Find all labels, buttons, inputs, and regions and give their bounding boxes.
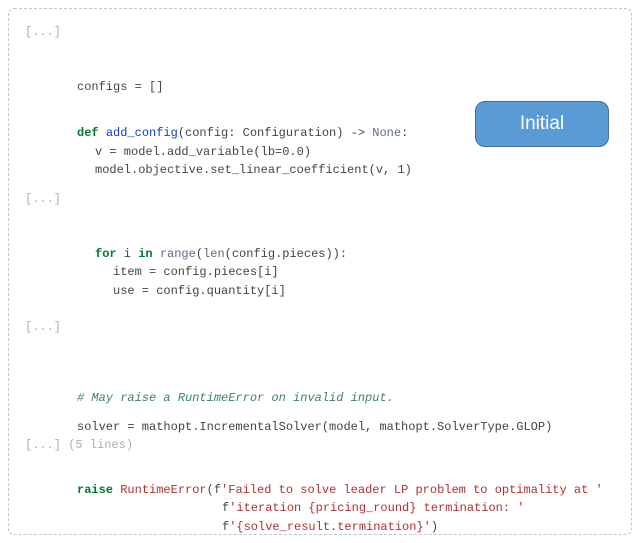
code-line-raise: raise RuntimeError(f'Failed to solve lea…: [77, 481, 615, 500]
code-line-item: item = config.pieces[i]: [113, 263, 615, 282]
code-line-raise-cont1: f'iteration {pricing_round} termination:…: [222, 499, 615, 518]
function-name: add_config: [106, 126, 178, 140]
keyword-def: def: [77, 126, 99, 140]
ellipsis-mid1: [...]: [25, 190, 615, 209]
ellipsis-top: [...]: [25, 23, 615, 42]
code-line-use: use = config.quantity[i]: [113, 282, 615, 301]
code-line-configs: configs = []: [77, 78, 615, 97]
code-line-obj: model.objective.set_linear_coefficient(v…: [95, 161, 615, 180]
code-line-raise-cont2: f'{solve_result.termination}'): [222, 518, 615, 537]
initial-badge: Initial: [475, 101, 609, 147]
code-line-for: for i in range(len(config.pieces)):: [95, 245, 615, 264]
badge-label: Initial: [520, 109, 564, 138]
code-panel: [...] configs = [] def add_config(config…: [8, 8, 632, 535]
code-line-solver: solver = mathopt.IncrementalSolver(model…: [77, 418, 615, 437]
code-line-comment: # May raise a RuntimeError on invalid in…: [77, 389, 615, 408]
ellipsis-5lines: [...] (5 lines): [25, 436, 615, 455]
ellipsis-mid2: [...]: [25, 318, 615, 337]
